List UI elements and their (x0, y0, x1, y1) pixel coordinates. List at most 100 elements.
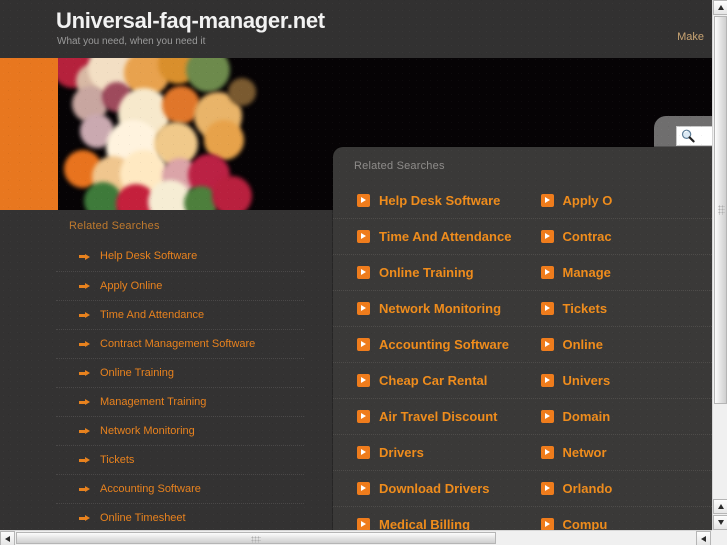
panel-link-right-9[interactable]: Compu (523, 507, 713, 531)
web-page: Universal-faq-manager.net What you need,… (0, 0, 712, 531)
panel-link-label: Networ (562, 445, 607, 460)
panel-row: Download Drivers Orlando (333, 470, 712, 506)
scrollbar-corner (712, 530, 727, 545)
panel-link-label: Cheap Car Rental (379, 373, 488, 388)
panel-link-right-3[interactable]: Tickets (523, 291, 713, 326)
panel-link-left-8[interactable]: Download Drivers (333, 471, 523, 506)
sidebar-item-5[interactable]: Management Training (56, 387, 304, 416)
search-icon (681, 129, 695, 143)
panel-link-label: Air Travel Discount (379, 409, 498, 424)
chevron-right-icon (357, 302, 370, 315)
sidebar-item-label: Network Monitoring (100, 425, 195, 437)
chevron-right-icon (540, 446, 554, 459)
panel-link-left-5[interactable]: Cheap Car Rental (333, 363, 523, 398)
sidebar-item-4[interactable]: Online Training (56, 358, 304, 387)
panel-link-label: Time And Attendance (379, 229, 512, 244)
panel-link-left-4[interactable]: Accounting Software (333, 327, 523, 362)
hero-accent-strip (0, 58, 58, 210)
scroll-up-arrow[interactable] (713, 0, 727, 15)
chevron-right-icon (357, 446, 370, 459)
arrow-icon (79, 399, 90, 405)
chevron-right-icon (357, 230, 370, 243)
scroll-left-arrow[interactable] (0, 531, 15, 545)
panel-link-label: Contrac (562, 229, 612, 244)
sidebar-item-label: Management Training (100, 396, 207, 408)
panel-row: Cheap Car Rental Univers (333, 362, 712, 398)
sidebar-item-2[interactable]: Time And Attendance (56, 300, 304, 329)
sidebar-item-label: Online Training (100, 367, 174, 379)
page-title: Universal-faq-manager.net (56, 8, 325, 33)
panel-link-label: Network Monitoring (379, 301, 502, 316)
horizontal-scrollbar[interactable] (0, 530, 727, 545)
panel-link-right-1[interactable]: Contrac (523, 219, 713, 254)
sidebar-item-1[interactable]: Apply Online (56, 271, 304, 300)
panel-link-right-7[interactable]: Networ (523, 435, 713, 470)
panel-row: Help Desk Software Apply O (333, 182, 712, 218)
sidebar-item-label: Online Timesheet (100, 512, 186, 524)
triangle-down-icon (717, 520, 724, 525)
sidebar-item-9[interactable]: Online Timesheet (56, 503, 304, 531)
panel-link-right-0[interactable]: Apply O (523, 182, 713, 218)
chevron-right-icon (540, 230, 554, 243)
sidebar-item-0[interactable]: Help Desk Software (56, 242, 304, 271)
panel-link-label: Help Desk Software (379, 192, 501, 208)
arrow-icon (79, 428, 90, 434)
panel-row: Accounting Software Online (333, 326, 712, 362)
panel-link-left-9[interactable]: Medical Billing (333, 507, 523, 531)
arrow-icon (79, 486, 90, 492)
panel-link-left-3[interactable]: Network Monitoring (333, 291, 523, 326)
sidebar-item-label: Apply Online (100, 280, 163, 292)
horizontal-scroll-thumb[interactable] (16, 532, 496, 544)
sidebar-item-7[interactable]: Tickets (56, 445, 304, 474)
sidebar-item-label: Time And Attendance (100, 309, 205, 321)
panel-link-label: Tickets (562, 301, 608, 316)
panel-link-label: Drivers (379, 445, 424, 460)
panel-link-left-7[interactable]: Drivers (333, 435, 523, 470)
panel-row: Drivers Networ (333, 434, 712, 470)
panel-heading: Related Searches (354, 160, 445, 172)
sidebar-heading: Related Searches (69, 220, 160, 232)
panel-link-left-2[interactable]: Online Training (333, 255, 523, 290)
sidebar-item-6[interactable]: Network Monitoring (56, 416, 304, 445)
panel-link-left-6[interactable]: Air Travel Discount (333, 399, 523, 434)
scroll-up-arrow-secondary[interactable] (713, 499, 727, 514)
chevron-right-icon (357, 374, 370, 387)
panel-link-right-4[interactable]: Online (523, 327, 713, 362)
sidebar-related-searches: Related Searches Help Desk Software Appl… (56, 216, 304, 531)
panel-link-right-6[interactable]: Domain (523, 399, 713, 434)
panel-link-right-5[interactable]: Univers (523, 363, 713, 398)
panel-link-right-8[interactable]: Orlando (523, 471, 713, 506)
scroll-left-arrow-secondary[interactable] (696, 531, 711, 545)
panel-link-label: Download Drivers (379, 481, 490, 496)
vertical-scroll-thumb[interactable] (714, 16, 727, 404)
browser-viewport: Universal-faq-manager.net What you need,… (0, 0, 727, 545)
chevron-right-icon (540, 482, 554, 495)
panel-row: Medical Billing Compu (333, 506, 712, 531)
panel-link-label: Medical Billing (379, 517, 471, 531)
panel-link-label: Online (562, 337, 603, 352)
scroll-down-arrow[interactable] (713, 515, 727, 530)
arrow-icon (79, 457, 90, 463)
panel-link-label: Online Training (379, 265, 474, 280)
search-box[interactable] (676, 126, 712, 146)
panel-row: Online Training Manage (333, 254, 712, 290)
chevron-right-icon (540, 193, 554, 207)
panel-link-left-0[interactable]: Help Desk Software (333, 182, 523, 218)
panel-link-label: Apply O (562, 192, 613, 208)
vertical-scrollbar[interactable] (712, 0, 727, 531)
sidebar-item-label: Accounting Software (100, 483, 201, 495)
chevron-right-icon (540, 410, 554, 423)
sidebar-item-3[interactable]: Contract Management Software (56, 329, 304, 358)
triangle-left-icon (701, 535, 706, 542)
panel-link-label: Accounting Software (379, 337, 510, 352)
header-offer-link[interactable]: Make (677, 31, 704, 43)
panel-row: Time And Attendance Contrac (333, 218, 712, 254)
panel-link-right-2[interactable]: Manage (523, 255, 713, 290)
sidebar-item-8[interactable]: Accounting Software (56, 474, 304, 503)
chevron-right-icon (540, 266, 554, 279)
chevron-right-icon (357, 410, 370, 423)
search-input[interactable] (696, 130, 712, 142)
panel-link-left-1[interactable]: Time And Attendance (333, 219, 523, 254)
panel-link-label: Manage (562, 265, 611, 280)
panel-link-label: Compu (562, 517, 608, 531)
